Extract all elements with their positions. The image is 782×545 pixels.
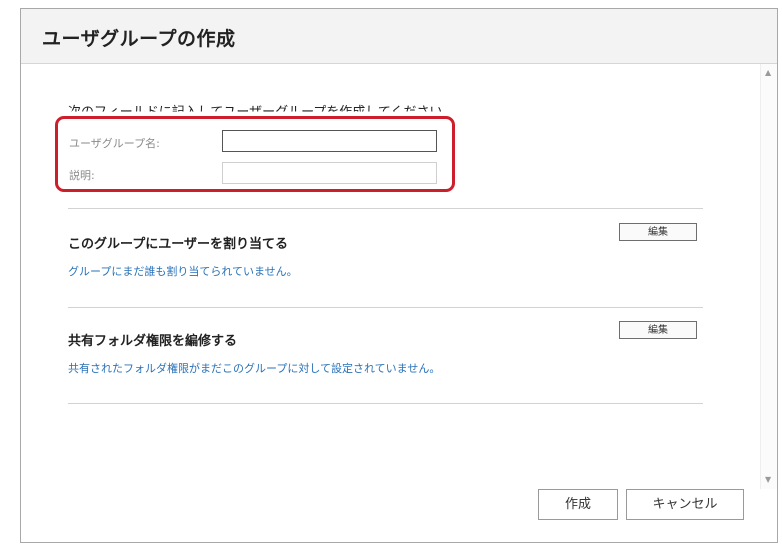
- section-divider: [68, 307, 703, 308]
- group-name-input[interactable]: [222, 130, 437, 152]
- description-label: 説明:: [69, 169, 95, 182]
- cancel-button[interactable]: キャンセル: [626, 489, 744, 520]
- vertical-scrollbar[interactable]: ▲ ▼: [760, 64, 777, 489]
- section-divider: [68, 403, 703, 404]
- assign-users-title: このグループにユーザーを割り当てる: [68, 237, 288, 252]
- assign-users-edit-button[interactable]: 編集: [619, 223, 697, 241]
- scroll-up-arrow-icon[interactable]: ▲: [765, 69, 771, 77]
- dialog-title: ユーザグループの作成: [42, 28, 236, 50]
- shared-folder-edit-button[interactable]: 編集: [619, 321, 697, 339]
- shared-folder-title: 共有フォルダ権限を編修する: [68, 334, 238, 349]
- shared-folder-note: 共有されたフォルダ権限がまだこのグループに対して設定されていません。: [68, 362, 441, 375]
- create-user-group-dialog: ユーザグループの作成 次のフィールドに記入してユーザーグループを作成してください…: [20, 8, 778, 543]
- dialog-content: 次のフィールドに記入してユーザーグループを作成してください。 ユーザグループ名:…: [21, 64, 761, 542]
- section-divider: [68, 208, 703, 209]
- scroll-down-arrow-icon[interactable]: ▼: [765, 476, 771, 484]
- description-input[interactable]: [222, 162, 437, 184]
- assign-users-note: グループにまだ誰も割り当てられていません。: [68, 265, 298, 278]
- group-name-label: ユーザグループ名:: [69, 137, 160, 150]
- dialog-header: ユーザグループの作成: [21, 9, 777, 64]
- create-button[interactable]: 作成: [538, 489, 618, 520]
- group-fields-highlight: ユーザグループ名: 説明:: [55, 116, 455, 192]
